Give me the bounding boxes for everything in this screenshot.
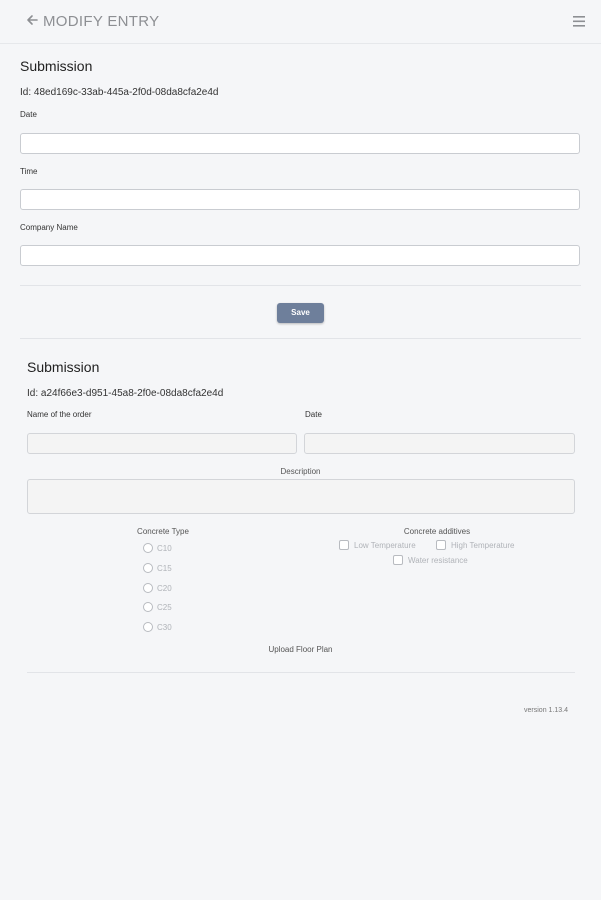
radio-c20[interactable]: C20 <box>143 582 172 594</box>
arrow-left-icon[interactable] <box>24 12 40 28</box>
radio-label: C20 <box>157 583 172 593</box>
radio-c15[interactable]: C15 <box>143 562 172 574</box>
radio-circle-icon[interactable] <box>143 563 153 573</box>
checkbox-label: Low Temperature <box>354 540 416 550</box>
submission-title: Submission <box>27 359 100 375</box>
top-bar: MODIFY ENTRY <box>0 0 601 44</box>
checkbox-low-temperature[interactable]: Low Temperature <box>339 539 416 551</box>
checkbox-high-temperature[interactable]: High Temperature <box>436 539 514 551</box>
radio-label: C25 <box>157 602 172 612</box>
checkbox-label: Water resistance <box>408 555 468 565</box>
radio-circle-icon[interactable] <box>143 622 153 632</box>
company-name-label: Company Name <box>20 223 78 232</box>
time-label: Time <box>20 167 38 176</box>
radio-c10[interactable]: C10 <box>143 542 172 554</box>
date-label: Date <box>305 410 322 419</box>
radio-label: C30 <box>157 622 172 632</box>
concrete-type-label: Concrete Type <box>137 527 189 536</box>
hamburger-menu-icon[interactable] <box>573 16 585 27</box>
checkbox-label: High Temperature <box>451 540 515 550</box>
divider <box>27 672 575 673</box>
checkbox-icon[interactable] <box>436 540 446 550</box>
checkbox-water-resistance[interactable]: Water resistance <box>393 554 468 566</box>
date-label: Date <box>20 110 37 119</box>
submission-id: Id: a24f66e3-d951-45a8-2f0e-08da8cfa2e4d <box>27 388 224 399</box>
date-field[interactable] <box>20 133 580 154</box>
description-textarea[interactable] <box>27 479 575 514</box>
company-name-field[interactable] <box>20 245 580 266</box>
time-field[interactable] <box>20 189 580 210</box>
radio-label: C15 <box>157 563 172 573</box>
description-label: Description <box>280 467 321 476</box>
order-name-field[interactable] <box>27 433 297 454</box>
upload-floor-plan-button[interactable]: Upload Floor Plan <box>0 645 601 654</box>
divider <box>20 285 581 286</box>
radio-circle-icon[interactable] <box>143 602 153 612</box>
checkbox-icon[interactable] <box>339 540 349 550</box>
radio-circle-icon[interactable] <box>143 583 153 593</box>
submission-title: Submission <box>20 58 93 74</box>
version-label: version 1.13.4 <box>524 707 568 714</box>
divider <box>20 338 581 339</box>
concrete-additives-label: Concrete additives <box>403 527 471 536</box>
checkbox-icon[interactable] <box>393 555 403 565</box>
order-name-label: Name of the order <box>27 410 92 419</box>
radio-circle-icon[interactable] <box>143 543 153 553</box>
page-title: MODIFY ENTRY <box>43 13 160 30</box>
radio-label: C10 <box>157 543 172 553</box>
submission-id: Id: 48ed169c-33ab-445a-2f0d-08da8cfa2e4d <box>20 87 219 98</box>
date-field[interactable] <box>304 433 575 454</box>
radio-c30[interactable]: C30 <box>143 621 172 633</box>
radio-c25[interactable]: C25 <box>143 601 172 613</box>
save-button[interactable]: Save <box>277 303 324 323</box>
